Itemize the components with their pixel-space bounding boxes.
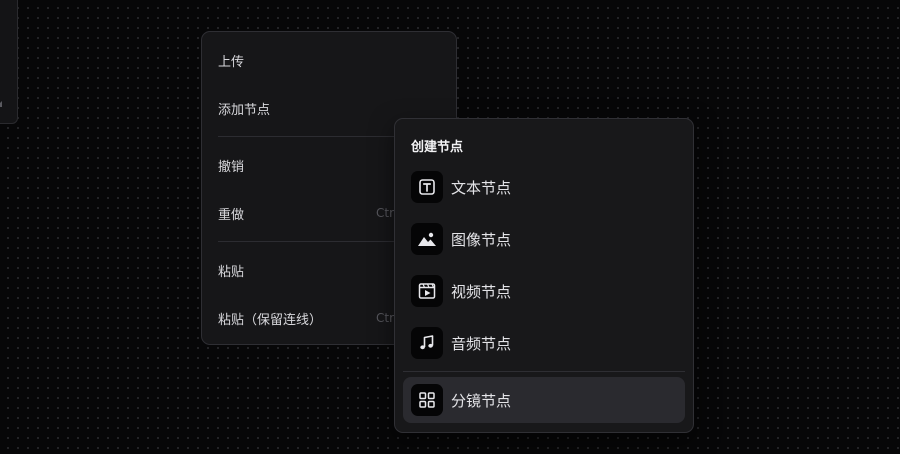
menu-item-label: 添加节点 — [218, 102, 271, 118]
submenu-title: 创建节点 — [411, 140, 464, 155]
submenu-divider — [403, 371, 685, 372]
sub-item-label: 视频节点 — [451, 282, 512, 301]
collapsed-side-panel — [0, 0, 18, 124]
image-icon — [411, 223, 443, 255]
create-audio-node[interactable]: 音频节点 — [403, 320, 685, 366]
menu-item-label: 粘贴 — [218, 264, 245, 280]
sub-item-label: 文本节点 — [451, 178, 512, 197]
create-image-node[interactable]: 图像节点 — [403, 216, 685, 262]
menu-item-label: 上传 — [218, 54, 245, 70]
menu-item-label: 重做 — [218, 207, 245, 223]
grid-icon — [411, 384, 443, 416]
music-icon — [411, 327, 443, 359]
sub-item-label: 分镜节点 — [451, 391, 512, 410]
video-icon — [411, 275, 443, 307]
sub-item-label: 图像节点 — [451, 230, 512, 249]
menu-item-label: 撤销 — [218, 159, 245, 175]
resize-handle-icon[interactable] — [0, 101, 2, 107]
create-storyboard-node[interactable]: 分镜节点 — [403, 377, 685, 423]
text-icon — [411, 171, 443, 203]
menu-item-upload[interactable]: 上传 — [202, 40, 456, 80]
create-video-node[interactable]: 视频节点 — [403, 268, 685, 314]
menu-item-label: 粘贴（保留连线） — [218, 312, 323, 328]
create-node-submenu: 创建节点 文本节点 图像节点 视频节点 音频节点 分镜节点 — [394, 118, 694, 433]
create-text-node[interactable]: 文本节点 — [403, 164, 685, 210]
redo-shortcut: Ctr — [376, 206, 395, 220]
sub-item-label: 音频节点 — [451, 334, 512, 353]
paste-keep-links-shortcut: Ctr — [376, 311, 395, 325]
